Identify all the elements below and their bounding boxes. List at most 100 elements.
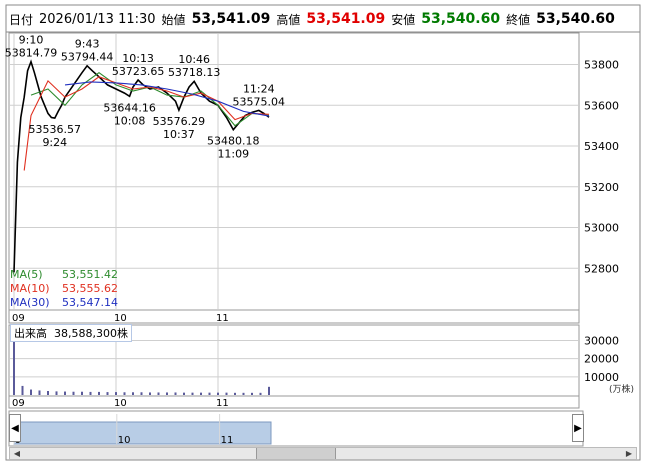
volume-bar bbox=[234, 392, 236, 395]
volume-total: 38,588,300株 bbox=[54, 327, 128, 340]
annotation-value: 53575.04 bbox=[233, 95, 286, 108]
volume-bar bbox=[98, 391, 100, 395]
volume-bar bbox=[174, 392, 177, 395]
chevron-left-icon: ◀ bbox=[11, 422, 19, 434]
volume-bar bbox=[166, 392, 168, 395]
volume-bar bbox=[225, 392, 228, 395]
ma30-legend-value: 53,547.14 bbox=[62, 296, 118, 309]
volume-bar bbox=[259, 392, 262, 395]
low-value: 53,540.60 bbox=[421, 11, 501, 27]
volume-bar bbox=[200, 392, 202, 395]
chart-canvas: 9:1053814.79 9:4353794.44 10:1353723.65 10:… bbox=[5, 4, 641, 461]
volume-unit-label: (万株) bbox=[609, 383, 634, 395]
volume-bar bbox=[55, 391, 58, 395]
annotation-value: 53480.18 bbox=[207, 135, 260, 148]
annotation-time: 9:10 bbox=[19, 34, 44, 47]
volume-bar bbox=[208, 392, 211, 395]
ohlc-header: 日付 2026/01/13 11:30 始値 53,541.09 高値 53,5… bbox=[9, 7, 639, 31]
price-ytick-label: 52800 bbox=[584, 262, 619, 275]
volume-bar bbox=[72, 391, 75, 395]
price-xtick-label: 11 bbox=[216, 313, 229, 324]
volume-bar bbox=[140, 392, 143, 395]
volume-bar bbox=[123, 392, 126, 395]
price-xtick-label: 10 bbox=[114, 313, 127, 324]
price-xaxis-strip bbox=[8, 309, 580, 324]
volume-bar bbox=[38, 390, 41, 395]
annotation-time: 10:46 bbox=[178, 53, 210, 66]
annotation-value: 53723.65 bbox=[112, 65, 165, 78]
chart-window: 9:10 53814.79 9:43 53794.44 10:13 53723.65 10:… bbox=[0, 0, 653, 470]
volume-bar bbox=[81, 391, 83, 395]
volume-bar bbox=[21, 385, 24, 395]
ma5-legend-row: MA(5) 53,551.42 bbox=[10, 268, 118, 282]
annotation-value: 53718.13 bbox=[168, 66, 221, 79]
volume-bar bbox=[149, 392, 151, 395]
volume-bar bbox=[157, 392, 160, 395]
low-label: 安値 bbox=[391, 12, 416, 27]
open-value: 53,541.09 bbox=[191, 11, 271, 27]
ma5-legend-value: 53,551.42 bbox=[62, 268, 118, 281]
ma10-legend-row: MA(10) 53,555.62 bbox=[10, 282, 118, 296]
navigator-left-handle[interactable]: ◀ bbox=[9, 414, 21, 442]
volume-ytick-label: 20000 bbox=[584, 353, 619, 366]
volume-xtick-label: 10 bbox=[114, 398, 127, 409]
price-ytick-label: 53600 bbox=[584, 99, 619, 112]
price-ytick-label: 53200 bbox=[584, 181, 619, 194]
volume-bar bbox=[191, 392, 194, 395]
high-value: 53,541.09 bbox=[306, 11, 386, 27]
volume-bar bbox=[115, 392, 117, 395]
navigator-xtick-label: 11 bbox=[221, 435, 234, 446]
ma30-legend-row: MA(30) 53,547.14 bbox=[10, 296, 118, 310]
annotation-time: 10:13 bbox=[122, 52, 154, 65]
volume-bar bbox=[268, 386, 270, 395]
navigator-right-handle[interactable]: ▶ bbox=[572, 414, 584, 442]
price-ytick-label: 53400 bbox=[584, 140, 619, 153]
volume-ytick-label: 10000 bbox=[584, 371, 619, 384]
volume-bar bbox=[251, 392, 253, 395]
ma5-legend-name: MA(5) bbox=[10, 268, 43, 281]
annotation-value: 53576.29 bbox=[153, 115, 206, 128]
scroll-left-icon[interactable]: ◀ bbox=[10, 448, 24, 459]
volume-bar bbox=[64, 391, 66, 395]
annotation-time: 9:24 bbox=[42, 136, 67, 149]
annotation-value: 53536.57 bbox=[29, 123, 82, 136]
horizontal-scrollbar[interactable]: ◀ ▶ bbox=[9, 447, 637, 460]
volume-bar bbox=[183, 392, 185, 395]
annotation-time: 10:08 bbox=[114, 114, 146, 127]
annotation-time: 11:09 bbox=[217, 148, 249, 161]
volume-label: 出来高 bbox=[14, 327, 47, 340]
volume-xaxis-strip bbox=[8, 395, 580, 409]
ma30-legend-name: MA(30) bbox=[10, 296, 50, 309]
volume-bar bbox=[217, 392, 219, 395]
scroll-right-icon[interactable]: ▶ bbox=[622, 448, 636, 459]
annotation-value: 53644.16 bbox=[103, 101, 156, 114]
volume-bar bbox=[242, 392, 245, 395]
volume-ytick-label: 30000 bbox=[584, 335, 619, 348]
volume-bar bbox=[132, 392, 134, 395]
annotation-time: 10:37 bbox=[163, 128, 195, 141]
price-xtick-label: 09 bbox=[12, 313, 25, 324]
open-label: 始値 bbox=[161, 12, 186, 27]
volume-legend: 出来高 38,588,300株 bbox=[10, 324, 132, 342]
ma-legend: MA(5) 53,551.42 MA(10) 53,555.62 MA(30) … bbox=[10, 268, 118, 310]
volume-bar bbox=[89, 391, 92, 395]
chevron-right-icon: ▶ bbox=[574, 422, 582, 434]
price-ytick-label: 53800 bbox=[584, 59, 619, 72]
volume-xtick-label: 11 bbox=[216, 398, 229, 409]
close-value: 53,540.60 bbox=[536, 11, 615, 27]
annotation-value: 53814.79 bbox=[5, 47, 58, 60]
price-ytick-label: 53000 bbox=[584, 222, 619, 235]
high-label: 高値 bbox=[276, 12, 301, 27]
annotation-time: 11:24 bbox=[243, 82, 275, 95]
annotation-value: 53794.44 bbox=[61, 51, 114, 64]
datetime-value: 2026/01/13 11:30 bbox=[39, 11, 156, 27]
volume-bar bbox=[47, 391, 49, 395]
close-label: 終値 bbox=[506, 12, 531, 27]
date-label: 日付 bbox=[9, 12, 34, 27]
ma10-legend-name: MA(10) bbox=[10, 282, 50, 295]
volume-xtick-label: 09 bbox=[12, 398, 25, 409]
annotation-time: 9:43 bbox=[75, 38, 100, 51]
volume-bar bbox=[106, 392, 109, 395]
scrollbar-thumb[interactable] bbox=[256, 448, 336, 459]
volume-bar bbox=[30, 389, 32, 395]
